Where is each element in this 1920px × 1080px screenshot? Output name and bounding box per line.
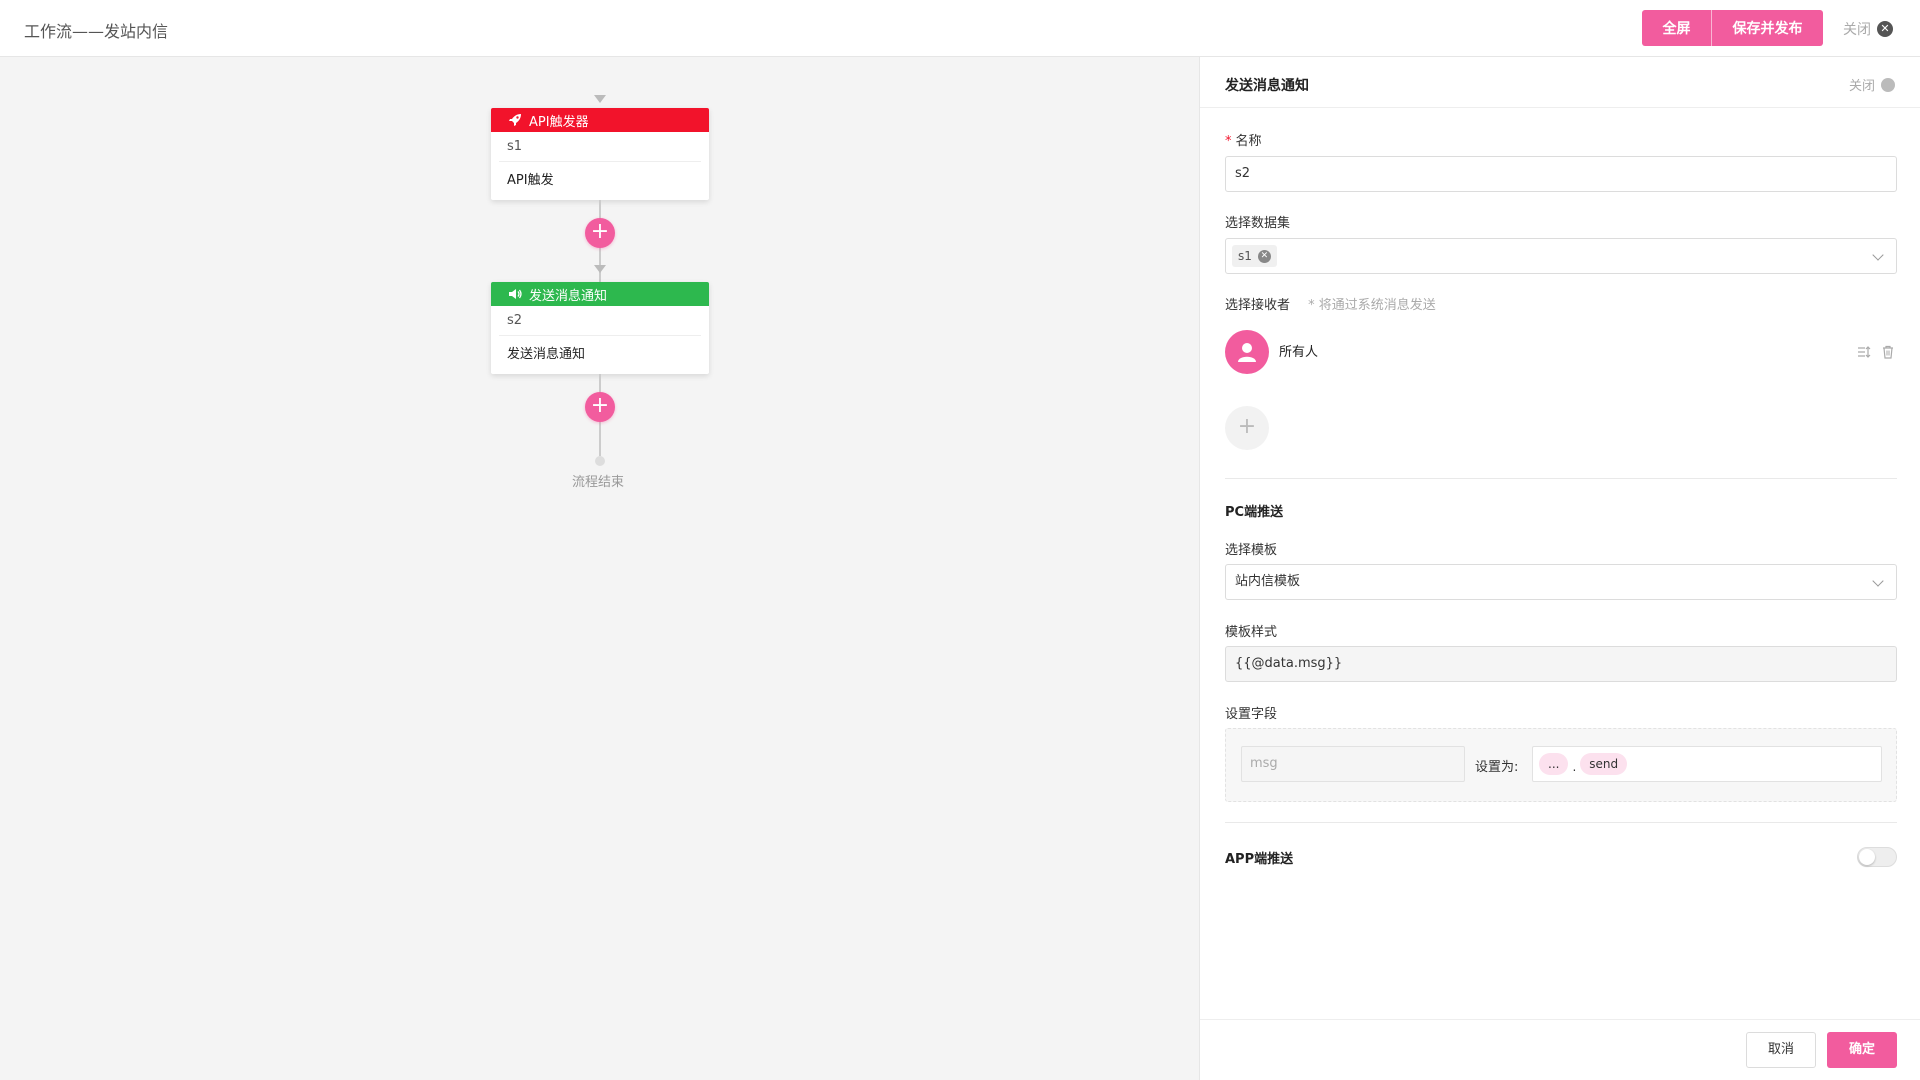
recipient-name: 所有人 (1279, 345, 1319, 360)
template-style-label: 模板样式 (1225, 625, 1278, 640)
close-button[interactable]: 关闭 ✕ (1843, 19, 1893, 39)
name-label: * 名称 (1225, 134, 1262, 149)
node-title: API触发器 (529, 114, 589, 130)
panel-close-label: 关闭 (1848, 79, 1875, 94)
end-dot (595, 456, 605, 466)
panel-title: 发送消息通知 (1225, 78, 1309, 94)
arrow-down-icon (594, 265, 606, 273)
value-separator: . (1572, 760, 1577, 774)
field-value-input[interactable]: ... . send (1532, 746, 1882, 782)
pc-push-title: PC端推送 (1225, 505, 1284, 520)
chevron-down-icon (1872, 575, 1884, 587)
remove-tag-icon[interactable]: ✕ (1257, 249, 1271, 263)
add-node-button[interactable]: + (585, 392, 615, 422)
node-title: 发送消息通知 (529, 288, 608, 304)
fullscreen-button[interactable]: 全屏 (1642, 10, 1711, 46)
name-input[interactable]: s2 (1225, 156, 1897, 192)
receivers-hint: * 将通过系统消息发送 (1308, 298, 1436, 313)
divider (1225, 478, 1897, 479)
add-recipient-button[interactable]: + (1225, 406, 1269, 450)
toggle-knob (1859, 849, 1875, 865)
page-title: 工作流——发站内信 (24, 22, 169, 41)
toolbar-buttons: 全屏 保存并发布 (1642, 10, 1823, 46)
flow-end-label: 流程结束 (572, 475, 625, 490)
app-push-title: APP端推送 (1225, 852, 1294, 867)
add-node-button[interactable]: + (585, 218, 615, 248)
chevron-down-icon (1872, 249, 1884, 261)
node-header: 发送消息通知 (491, 282, 709, 306)
node-config-panel: 发送消息通知 关闭 * 名称 s2 选择数据集 s1 ✕ 选择接收者 * 将通过系… (1199, 57, 1920, 1080)
rocket-icon (507, 112, 523, 128)
divider (1225, 822, 1897, 823)
set-fields-label: 设置字段 (1225, 707, 1278, 722)
sort-icon[interactable] (1857, 345, 1871, 363)
arrow-down-icon (594, 95, 606, 103)
set-as-label: 设置为: (1475, 760, 1519, 775)
receivers-label: 选择接收者 * 将通过系统消息发送 (1225, 298, 1436, 313)
avatar (1225, 330, 1269, 374)
close-label: 关闭 (1843, 22, 1871, 38)
field-name-input[interactable]: msg (1241, 746, 1465, 782)
app-push-toggle[interactable] (1857, 847, 1897, 867)
panel-footer: 取消 确定 (1200, 1019, 1920, 1080)
top-bar: 工作流——发站内信 全屏 保存并发布 关闭 ✕ (0, 0, 1920, 57)
workflow-canvas: API触发器 s1 API触发 + 发送消息通知 s2 发送消息通知 + 流程结… (0, 57, 1198, 1080)
dataset-label: 选择数据集 (1225, 216, 1291, 231)
node-id: s2 (499, 306, 701, 336)
cancel-button[interactable]: 取消 (1746, 1032, 1816, 1068)
close-icon: ✕ (1877, 21, 1893, 37)
dataset-select[interactable]: s1 ✕ (1225, 238, 1897, 274)
value-tag[interactable]: ... (1539, 753, 1569, 775)
recipient-actions (1857, 345, 1895, 363)
node-desc: API触发 (507, 173, 554, 188)
speaker-icon (507, 286, 523, 302)
close-icon (1881, 77, 1895, 92)
panel-header: 发送消息通知 关闭 (1200, 57, 1920, 108)
node-header: API触发器 (491, 108, 709, 132)
node-id: s1 (499, 132, 701, 162)
template-label: 选择模板 (1225, 543, 1278, 558)
panel-close-button[interactable]: 关闭 (1849, 75, 1895, 94)
save-publish-button[interactable]: 保存并发布 (1711, 10, 1823, 46)
confirm-button[interactable]: 确定 (1827, 1032, 1897, 1068)
dataset-tag: s1 ✕ (1232, 245, 1277, 267)
field-mapping-box: msg 设置为: ... . send (1225, 728, 1897, 802)
node-desc: 发送消息通知 (507, 347, 586, 362)
api-trigger-node[interactable]: API触发器 s1 API触发 (491, 108, 709, 200)
send-message-node[interactable]: 发送消息通知 s2 发送消息通知 (491, 282, 709, 374)
value-tag[interactable]: send (1580, 753, 1628, 775)
trash-icon[interactable] (1881, 345, 1895, 363)
template-style-input[interactable]: {{@data.msg}} (1225, 646, 1897, 682)
template-select[interactable]: 站内信模板 (1225, 564, 1897, 600)
required-mark: * (1225, 134, 1232, 149)
